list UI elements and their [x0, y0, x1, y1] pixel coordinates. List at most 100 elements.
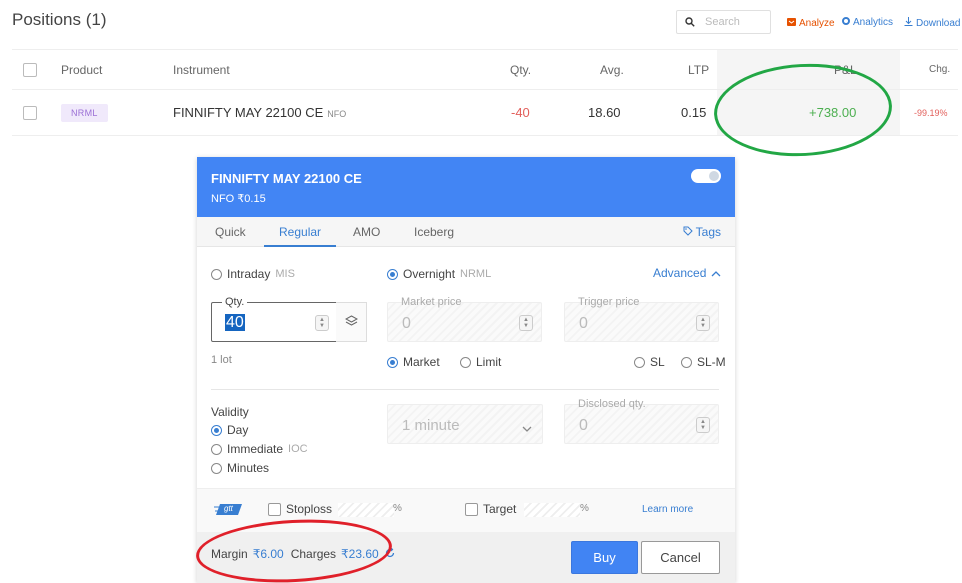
col-product[interactable]: Product	[61, 50, 102, 89]
disclosed-qty-field: Disclosed qty. 0 ▲ ▼	[564, 398, 719, 444]
advanced-toggle[interactable]: Advanced	[653, 266, 721, 280]
row-checkbox[interactable]	[23, 105, 37, 120]
stoploss-option[interactable]: Stoploss	[268, 502, 332, 516]
order-type-market[interactable]: Market	[387, 355, 440, 369]
margin-value[interactable]: ₹6.00	[253, 547, 284, 561]
tab-regular[interactable]: Regular	[264, 217, 337, 247]
qty-stepper[interactable]: ▲ ▼	[315, 315, 329, 331]
sl-radio[interactable]	[634, 356, 645, 368]
gtt-icon: gtt	[214, 503, 243, 516]
overnight-radio[interactable]	[387, 268, 398, 280]
avg-value: 18.60	[588, 105, 621, 120]
target-input	[524, 503, 580, 517]
ltp-value: 0.15	[681, 105, 707, 120]
market-price-label: Market price	[401, 296, 462, 308]
qty-field[interactable]: Qty. 40 ▲ ▼	[211, 296, 338, 342]
minutes-radio[interactable]	[211, 462, 222, 474]
tab-amo[interactable]: AMO	[353, 217, 380, 247]
tag-icon	[683, 217, 693, 247]
col-chg[interactable]: Chg.	[929, 50, 950, 89]
immediate-label: Immediate	[227, 442, 284, 456]
analyze-label: Analyze	[799, 17, 835, 29]
search-input[interactable]	[705, 16, 765, 28]
exchange-label: NFO	[327, 108, 347, 119]
search-icon	[685, 15, 695, 30]
order-type-limit[interactable]: Limit	[460, 355, 501, 369]
sl-label: SL	[650, 355, 665, 369]
analytics-link[interactable]: Analytics	[842, 17, 893, 28]
market-label: Market	[403, 355, 440, 369]
section-divider	[211, 389, 719, 390]
download-link[interactable]: Download	[904, 17, 960, 29]
day-radio[interactable]	[211, 424, 222, 436]
download-label: Download	[916, 17, 961, 29]
stoploss-checkbox[interactable]	[268, 502, 281, 516]
market-radio[interactable]	[387, 356, 398, 368]
tags-link[interactable]: Tags	[683, 217, 721, 247]
analytics-icon	[842, 17, 850, 28]
advanced-label: Advanced	[653, 266, 707, 280]
order-type-slm[interactable]: SL-M	[681, 355, 726, 369]
analytics-label: Analytics	[853, 17, 894, 28]
overnight-option[interactable]: Overnight NRML	[387, 267, 491, 281]
table-row[interactable]: NRML FINNIFTY MAY 22100 CE NFO -40 18.60…	[12, 90, 958, 136]
intraday-code: MIS	[275, 268, 295, 280]
cancel-button[interactable]: Cancel	[641, 541, 720, 574]
tags-label: Tags	[695, 225, 721, 239]
slm-radio[interactable]	[681, 356, 692, 368]
pnl-value: +738.00	[809, 105, 857, 120]
limit-radio[interactable]	[460, 356, 471, 368]
target-checkbox[interactable]	[465, 502, 478, 516]
buy-sell-toggle[interactable]	[691, 169, 721, 183]
validity-immediate[interactable]: Immediate IOC	[211, 442, 308, 456]
limit-label: Limit	[476, 355, 502, 369]
intraday-radio[interactable]	[211, 268, 222, 280]
select-all-checkbox[interactable]	[23, 62, 37, 77]
trigger-price-label: Trigger price	[578, 296, 640, 308]
immediate-radio[interactable]	[211, 443, 222, 455]
layers-icon	[344, 314, 358, 330]
qty-value: -40	[511, 105, 530, 120]
day-label: Day	[227, 423, 249, 437]
tab-quick[interactable]: Quick	[215, 217, 246, 247]
analyze-link[interactable]: Analyze	[787, 17, 835, 29]
target-option[interactable]: Target	[465, 502, 516, 516]
lot-stack-button[interactable]	[336, 302, 367, 342]
gtt-badge: gtt	[214, 503, 243, 516]
charges-value[interactable]: ₹23.60	[341, 547, 379, 561]
ioc-code: IOC	[288, 443, 308, 455]
market-price-value: 0	[402, 315, 411, 332]
tab-iceberg[interactable]: Iceberg	[414, 217, 454, 247]
chg-value: -99.19%	[914, 107, 948, 118]
col-ltp[interactable]: LTP	[688, 50, 709, 89]
target-label: Target	[483, 502, 517, 516]
order-title: FINNIFTY MAY 22100 CE	[211, 171, 362, 186]
overnight-label: Overnight	[403, 267, 456, 281]
validity-minutes[interactable]: Minutes	[211, 461, 269, 475]
disclosed-qty-label: Disclosed qty.	[578, 398, 646, 410]
col-qty[interactable]: Qty.	[510, 50, 531, 89]
qty-input[interactable]: 40	[225, 314, 245, 332]
disclosed-qty-stepper: ▲ ▼	[696, 417, 710, 433]
col-instrument[interactable]: Instrument	[173, 50, 230, 89]
buy-button[interactable]: Buy	[571, 541, 638, 574]
overnight-code: NRML	[460, 268, 492, 280]
chevron-down-icon	[522, 420, 532, 435]
stoploss-percent: %	[393, 503, 402, 514]
col-pnl[interactable]: P&L	[834, 50, 857, 89]
lot-size: 1 lot	[211, 354, 232, 366]
minutes-select: 1 minute	[387, 404, 543, 444]
order-header: FINNIFTY MAY 22100 CE NFO ₹0.15	[197, 157, 735, 217]
table-header: Product Instrument Qty. Avg. LTP P&L Chg…	[12, 49, 958, 90]
refresh-icon[interactable]	[385, 547, 395, 561]
disclosed-qty-value: 0	[579, 417, 588, 434]
learn-more-link[interactable]: Learn more	[642, 504, 693, 515]
col-avg[interactable]: Avg.	[600, 50, 624, 89]
intraday-option[interactable]: Intraday MIS	[211, 267, 295, 281]
validity-day[interactable]: Day	[211, 423, 248, 437]
validity-label: Validity	[211, 405, 249, 419]
search-box[interactable]	[676, 10, 771, 34]
instrument-name: FINNIFTY MAY 22100 CE	[173, 105, 324, 120]
order-type-sl[interactable]: SL	[634, 355, 665, 369]
trigger-price-stepper: ▲ ▼	[696, 315, 710, 331]
